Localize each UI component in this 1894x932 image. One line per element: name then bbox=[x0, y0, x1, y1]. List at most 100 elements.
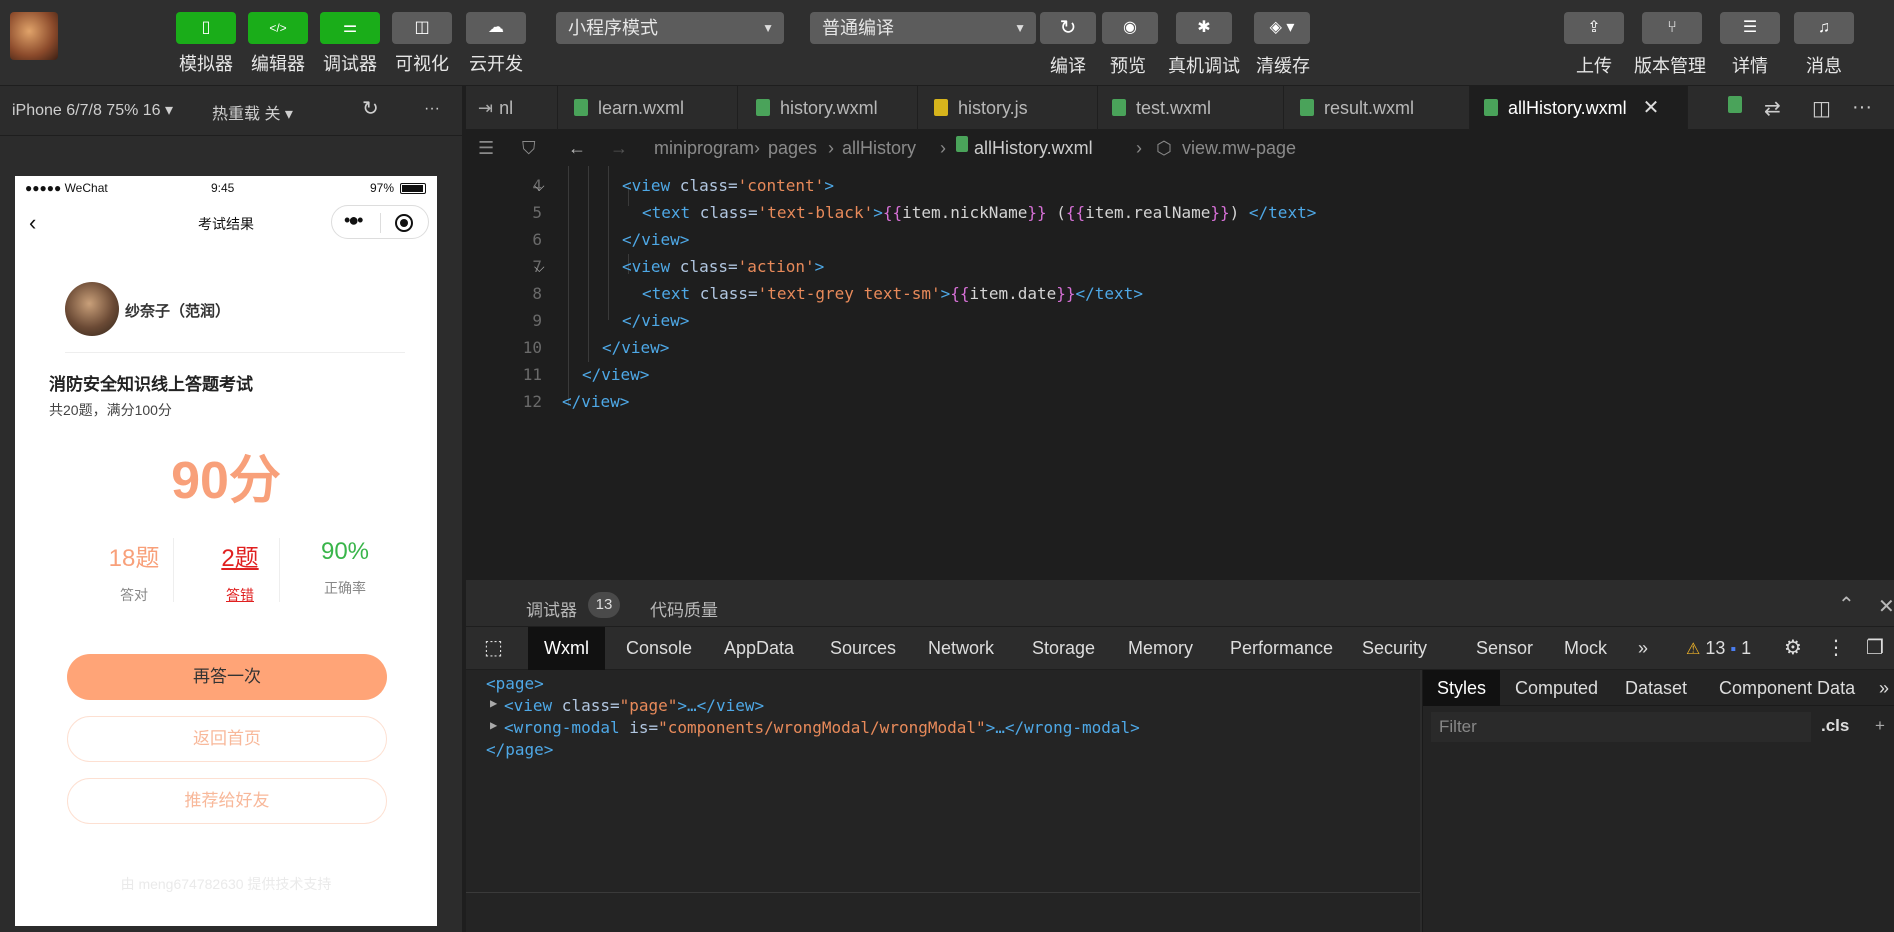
simulator-button[interactable]: ▯ 模拟器 bbox=[176, 0, 236, 76]
compile-select[interactable]: 普通编译 ▼ bbox=[810, 12, 1036, 44]
dock-icon[interactable]: ❐ bbox=[1866, 627, 1884, 670]
phone-icon: ▯ bbox=[201, 19, 211, 36]
tab-component-data[interactable]: Component Data bbox=[1719, 670, 1855, 706]
breadcrumb-item[interactable]: allHistory bbox=[842, 138, 916, 159]
upload-label: 上传 bbox=[1576, 56, 1612, 76]
bookmark-icon[interactable]: ⛉ bbox=[522, 138, 536, 159]
tab-security[interactable]: Security bbox=[1362, 627, 1427, 670]
tab-storage[interactable]: Storage bbox=[1032, 627, 1095, 670]
hot-reload-select[interactable]: 热重载 关 ▾ bbox=[212, 100, 293, 124]
kebab-menu-icon[interactable]: ⋮ bbox=[1826, 627, 1846, 670]
upload-button[interactable]: ⇪ bbox=[1564, 12, 1624, 44]
gear-icon[interactable]: ⚙ bbox=[1784, 627, 1802, 670]
code-icon: </> bbox=[269, 21, 287, 35]
outline-icon[interactable]: ☰ bbox=[478, 138, 494, 159]
device-select[interactable]: iPhone 6/7/8 75% 16 ▾ bbox=[12, 100, 173, 120]
more-tabs-icon[interactable]: » bbox=[1638, 627, 1648, 670]
version-button[interactable]: ⑂ bbox=[1642, 12, 1702, 44]
breadcrumb-item[interactable]: miniprogram bbox=[654, 138, 754, 159]
close-icon[interactable]: ✕ bbox=[1878, 594, 1894, 619]
dom-node-wrong-modal[interactable]: <wrong-modal is="components/wrongModal/w… bbox=[504, 718, 1140, 737]
expand-arrow-icon[interactable]: ▶ bbox=[490, 696, 497, 710]
user-avatar-top[interactable] bbox=[10, 12, 58, 60]
tab-dataset[interactable]: Dataset bbox=[1625, 670, 1687, 706]
visual-button[interactable]: ◫ 可视化 bbox=[392, 0, 452, 76]
split-editor-icon[interactable]: ◫ bbox=[1812, 96, 1831, 121]
code-quality-tab[interactable]: 代码质量 bbox=[650, 596, 718, 621]
tab-allhistory-wxml[interactable]: allHistory.wxml ✕ bbox=[1470, 86, 1688, 130]
dom-node-page[interactable]: <page> bbox=[486, 674, 544, 693]
fold-icon[interactable]: ⌵ bbox=[534, 178, 545, 195]
code-line: <text class='text-black'>{{item.nickName… bbox=[642, 203, 1317, 222]
tab-learn-wxml[interactable]: learn.wxml bbox=[558, 86, 738, 130]
compare-icon[interactable]: ⇄ bbox=[1764, 96, 1781, 121]
close-miniprogram-icon[interactable] bbox=[395, 214, 413, 232]
more-tabs-icon[interactable]: » bbox=[1879, 670, 1889, 706]
cls-toggle[interactable]: .cls bbox=[1821, 716, 1849, 736]
dom-node-page-close[interactable]: </page> bbox=[486, 740, 553, 759]
capsule-menu[interactable]: •●• bbox=[331, 205, 429, 239]
home-button[interactable]: 返回首页 bbox=[67, 716, 387, 762]
code-editor[interactable]: 4 5 6 7 8 9 10 11 12 ⌵ ⌵ <view class='co… bbox=[466, 166, 1894, 580]
chevron-up-icon[interactable]: ⌃ bbox=[1838, 592, 1855, 617]
tab-appdata[interactable]: AppData bbox=[724, 627, 794, 670]
tab-wxml[interactable]: Wxml bbox=[528, 627, 605, 670]
retry-button[interactable]: 再答一次 bbox=[67, 654, 387, 700]
tab-styles[interactable]: Styles bbox=[1423, 670, 1501, 706]
tab-result-wxml[interactable]: result.wxml bbox=[1284, 86, 1470, 130]
breadcrumb-item[interactable]: view.mw-page bbox=[1182, 138, 1296, 159]
status-bar: ●●●●● WeChat 9:45 97% bbox=[15, 176, 437, 200]
breadcrumb-item[interactable]: allHistory.wxml bbox=[974, 138, 1093, 159]
fold-icon[interactable]: ⌵ bbox=[534, 259, 545, 276]
details-button[interactable]: ☰ bbox=[1720, 12, 1780, 44]
clear-cache-button[interactable]: ◈ ▾ bbox=[1254, 12, 1310, 44]
breadcrumb-item[interactable]: pages bbox=[768, 138, 817, 159]
debugger-button[interactable]: ⚌ 调试器 bbox=[320, 0, 380, 76]
tab-test-wxml[interactable]: test.wxml bbox=[1098, 86, 1284, 130]
tab-memory[interactable]: Memory bbox=[1128, 627, 1193, 670]
wxml-file-icon bbox=[956, 136, 968, 157]
more-dots-icon[interactable]: •●• bbox=[344, 210, 364, 231]
tab-nl[interactable]: ⇥ nl bbox=[466, 86, 558, 130]
code-line: </view> bbox=[622, 230, 690, 249]
line-number: 12 bbox=[522, 392, 542, 411]
remote-debug-button[interactable]: ✱ bbox=[1176, 12, 1232, 44]
add-rule-icon[interactable]: + bbox=[1875, 716, 1885, 736]
expand-arrow-icon[interactable]: ▶ bbox=[490, 718, 497, 732]
tab-console[interactable]: Console bbox=[626, 627, 692, 670]
tab-history-wxml[interactable]: history.wxml bbox=[738, 86, 918, 130]
mode-select[interactable]: 小程序模式 ▼ bbox=[556, 12, 784, 44]
filter-input[interactable]: Filter bbox=[1431, 712, 1811, 742]
cloud-icon: ☁ bbox=[488, 19, 504, 36]
tab-sources[interactable]: Sources bbox=[830, 627, 896, 670]
compile-button[interactable]: ↻ bbox=[1040, 12, 1096, 44]
tab-sensor[interactable]: Sensor bbox=[1476, 627, 1533, 670]
tab-performance[interactable]: Performance bbox=[1230, 627, 1333, 670]
dom-node-view[interactable]: <view class="page">…</view> bbox=[504, 696, 764, 715]
menu-icon: ☰ bbox=[1742, 19, 1758, 36]
tab-mock[interactable]: Mock bbox=[1564, 627, 1607, 670]
messages-button[interactable]: ♫ bbox=[1794, 12, 1854, 44]
tab-computed[interactable]: Computed bbox=[1515, 670, 1598, 706]
nav-forward-icon[interactable]: → bbox=[610, 138, 628, 159]
inspect-icon[interactable]: ⬚ bbox=[484, 627, 503, 670]
tab-network[interactable]: Network bbox=[928, 627, 994, 670]
share-button[interactable]: 推荐给好友 bbox=[67, 778, 387, 824]
tab-history-js[interactable]: history.js bbox=[918, 86, 1098, 130]
wxml-file-icon bbox=[756, 99, 770, 116]
close-icon[interactable]: ✕ bbox=[1643, 97, 1660, 119]
more-icon[interactable]: ··· bbox=[424, 100, 440, 118]
file-action-icon[interactable] bbox=[1728, 96, 1742, 119]
rotate-icon[interactable]: ↻ bbox=[362, 96, 379, 121]
cloud-button[interactable]: ☁ 云开发 bbox=[466, 0, 526, 76]
nav-back-icon[interactable]: ← bbox=[568, 138, 586, 159]
stat-wrong[interactable]: 2题 答错 bbox=[180, 538, 300, 605]
editor-button[interactable]: </> 编辑器 bbox=[248, 0, 308, 76]
debug-panel-header: 调试器 13 代码质量 ⌃ ✕ bbox=[466, 586, 1894, 626]
carrier-text: ●●●●● WeChat bbox=[25, 181, 108, 195]
more-icon[interactable]: ··· bbox=[1852, 96, 1872, 119]
debugger-tab[interactable]: 调试器 bbox=[526, 596, 577, 621]
warnings-indicator[interactable]: ⚠ 13 ▪ 1 bbox=[1686, 627, 1751, 670]
bell-icon: ♫ bbox=[1818, 19, 1830, 36]
preview-button[interactable]: ◉ bbox=[1102, 12, 1158, 44]
